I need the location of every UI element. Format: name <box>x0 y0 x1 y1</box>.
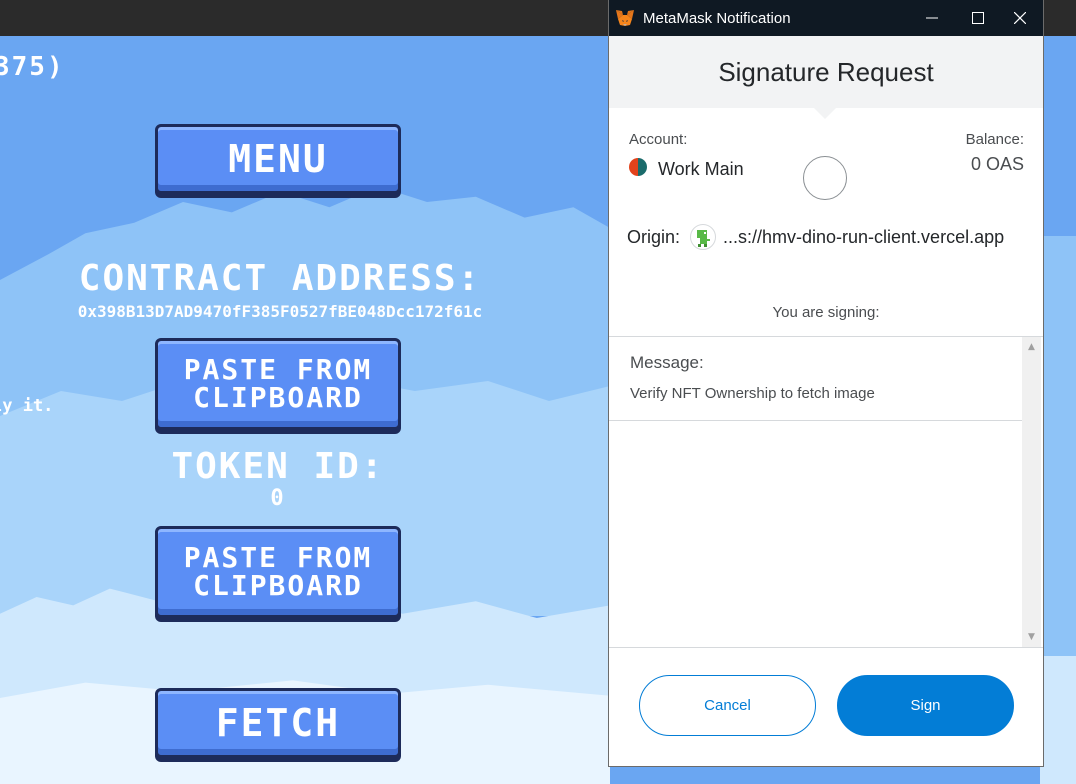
paste-token-button-label: PASTE FROM CLIPBOARD <box>184 544 373 600</box>
account-identicon <box>803 156 847 200</box>
message-label: Message: <box>630 353 704 372</box>
contract-address-value: 0x398B13D7AD9470fF385F0527fBE048Dcc172f6… <box>77 302 483 321</box>
menu-button-label: MENU <box>228 137 328 181</box>
paste-token-button[interactable]: PASTE FROM CLIPBOARD <box>155 526 401 618</box>
origin-url: ...s://hmv-dino-run-client.vercel.app <box>723 227 1005 247</box>
cloud-decoration <box>1040 656 1076 784</box>
minimize-icon <box>926 17 938 19</box>
sign-button[interactable]: Sign <box>837 675 1014 736</box>
divider <box>609 647 1043 648</box>
close-button[interactable] <box>997 0 1043 36</box>
instruction-partial-text: ly it. <box>0 396 54 416</box>
window-title: MetaMask Notification <box>643 9 791 27</box>
fetch-button-label: FETCH <box>215 701 341 745</box>
message-divider <box>609 420 1022 421</box>
balance-label: Balance: <box>965 131 1024 148</box>
metamask-fox-icon <box>616 10 634 26</box>
token-id-heading: TOKEN ID: <box>171 446 385 487</box>
cancel-button[interactable]: Cancel <box>639 675 816 736</box>
signing-label: You are signing: <box>772 304 880 321</box>
scroll-up-icon[interactable]: ▲ <box>1022 339 1041 355</box>
message-value: Verify NFT Ownership to fetch image <box>630 385 875 402</box>
fetch-button[interactable]: FETCH <box>155 688 401 758</box>
close-icon <box>1014 12 1026 24</box>
window-titlebar: MetaMask Notification <box>609 0 1043 36</box>
signature-request-header: Signature Request <box>609 36 1043 108</box>
scroll-down-icon[interactable]: ▼ <box>1022 629 1041 645</box>
metamask-notification-window: MetaMask Notification Signature Request … <box>609 0 1043 766</box>
header-notch <box>814 108 836 119</box>
cancel-button-label: Cancel <box>704 697 751 714</box>
balance-value: 0 OAS <box>970 154 1024 174</box>
account-avatar <box>629 158 647 176</box>
token-id-value: 0 <box>270 486 286 511</box>
maximize-icon <box>972 12 984 24</box>
account-label: Account: <box>629 131 688 148</box>
page-title: Signature Request <box>718 56 934 87</box>
contract-address-heading: CONTRACT ADDRESS: <box>78 258 482 299</box>
minimize-button[interactable] <box>909 0 955 36</box>
message-scrollbar[interactable]: ▲ ▼ <box>1022 337 1041 647</box>
paste-token-line2: CLIPBOARD <box>193 569 363 602</box>
paste-contract-button[interactable]: PASTE FROM CLIPBOARD <box>155 338 401 430</box>
paste-contract-button-label: PASTE FROM CLIPBOARD <box>184 356 373 412</box>
sign-button-label: Sign <box>910 697 941 714</box>
maximize-button[interactable] <box>955 0 1001 36</box>
partial-header-text: 375) <box>0 52 65 82</box>
origin-label: Origin: <box>627 227 681 247</box>
dino-icon <box>697 230 710 247</box>
paste-contract-line2: CLIPBOARD <box>193 381 363 414</box>
message-panel: Message: Verify NFT Ownership to fetch i… <box>609 337 1022 647</box>
menu-button[interactable]: MENU <box>155 124 401 194</box>
origin-favicon-icon <box>690 224 716 250</box>
account-name: Work Main <box>658 159 744 179</box>
